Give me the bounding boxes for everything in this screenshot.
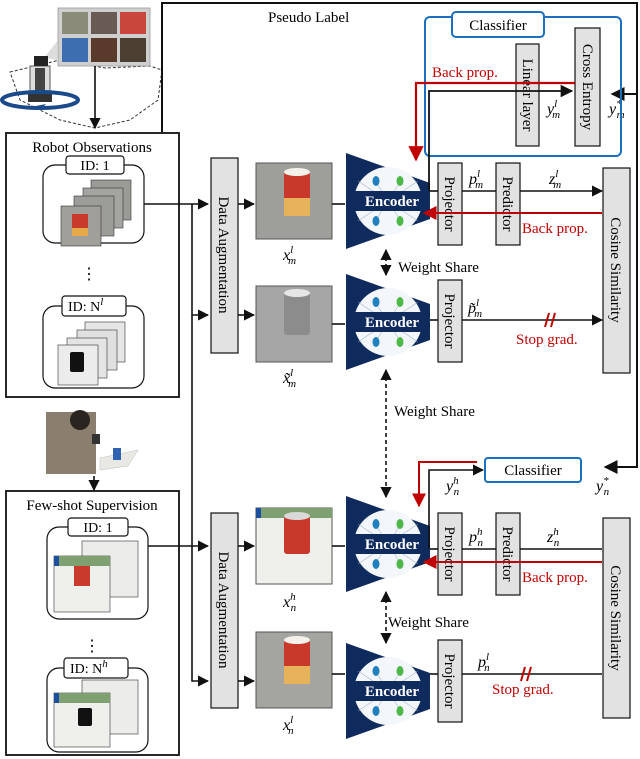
data-augmentation-block-bottom: Data Augmentation [210,512,239,709]
augmented-image-x-m-l-tilde [255,285,333,363]
predictor-block-1: Predictor [495,162,521,246]
svg-text:Encoder: Encoder [365,315,420,331]
linear-layer-block: Linear layer [515,43,540,147]
projector-block-3: Projector [437,512,463,596]
few-shot-supervision-panel: Few-shot Supervision ID: 1 ⋮ ID: Nh [5,490,180,756]
variable-y-n-h: yh n [444,475,460,498]
svg-text:Predictor: Predictor [499,527,515,582]
classifier-bottom: Classifier [484,457,582,483]
svg-text:Predictor: Predictor [499,177,515,232]
classifier-backprop-label: Back prop. [432,65,498,81]
ellipsis: ⋮ [84,638,100,655]
svg-text:Cosine Similarity: Cosine Similarity [607,565,623,671]
variable-p-m-l-tilde: p̃l m [467,297,482,320]
robot-scene-illustration [0,7,163,129]
observation-thumbnails [44,7,151,67]
svg-text:Projector: Projector [441,527,457,582]
encoder-2: Encoder [345,273,431,371]
variable-y-m-l: yl m [545,98,560,121]
id-label-first: ID: 1 [83,521,112,536]
variable-p-m-l: pl m [468,168,483,191]
stop-grad-label-n: Stop grad. [492,682,554,698]
augmented-image-x-n-l [255,631,333,709]
svg-text:Data Augmentation: Data Augmentation [215,196,231,314]
augmented-image-x-m-l [255,162,333,240]
stop-grad-label-m: Stop grad. [516,332,578,348]
augmented-image-x-n-h [255,507,333,585]
svg-text:Encoder: Encoder [365,537,420,553]
data-augmentation-block-top: Data Augmentation [210,157,239,354]
variable-z-m-l: zl m [548,168,561,191]
svg-text:Classifier: Classifier [504,463,562,479]
variable-p-n-l: pl n [477,651,490,674]
classifier-title: Classifier [469,18,527,34]
variable-y-n-star: y* n [594,475,610,498]
few-shot-title: Few-shot Supervision [26,498,158,514]
observations-to-lower-aug-arrow [191,315,210,687]
pseudo-label-line-top [161,2,638,132]
svg-text:Projector: Projector [441,294,457,349]
weight-share-label-2: Weight Share [394,404,475,420]
observations-to-aug-arrow-2 [191,204,210,321]
backprop-label-n: Back prop. [522,570,588,586]
predictor-block-2: Predictor [495,512,521,596]
svg-text:Encoder: Encoder [365,684,420,700]
svg-text:Projector: Projector [441,654,457,709]
framework-diagram: Pseudo Label Robot Observations ID: 1 ⋮ … [0,2,638,756]
projector-block-2: Projector [437,279,463,363]
ellipsis: ⋮ [81,266,97,283]
svg-text:Projector: Projector [441,177,457,232]
svg-text:Linear layer: Linear layer [519,59,535,132]
svg-text:Cross Entropy: Cross Entropy [579,44,595,131]
robot-icon [28,56,52,102]
variable-x-m-l: xl m [282,244,296,267]
svg-text:Data Augmentation: Data Augmentation [215,551,231,669]
svg-text:Cosine Similarity: Cosine Similarity [607,217,623,323]
projector-block-4: Projector [437,639,463,723]
backprop-label-m: Back prop. [522,221,588,237]
variable-z-n-h: zh n [546,526,560,549]
robot-observations-panel: Robot Observations ID: 1 ⋮ ID: Nl [5,132,180,398]
variable-p-n-h: ph n [468,526,484,549]
pseudo-label-text: Pseudo Label [268,10,349,26]
cosine-similarity-block-top: Cosine Similarity [602,167,631,374]
variable-x-n-l: xl n [282,714,294,737]
encoder-4: Encoder [345,642,431,740]
robot-observations-title: Robot Observations [32,140,152,156]
encoder-3: Encoder [345,495,431,593]
variable-x-m-l-tilde: x̃l m [282,367,296,390]
projector-block-1: Projector [437,162,463,246]
weight-share-label-3: Weight Share [388,615,469,631]
svg-text:Encoder: Encoder [365,194,420,210]
weight-share-label-1: Weight Share [398,260,479,276]
encoder-1: Encoder [345,152,431,250]
cosine-similarity-block-bottom: Cosine Similarity [602,517,631,719]
classifier-backprop-arrow [408,81,575,162]
variable-x-n-h: xh n [282,591,297,614]
cross-entropy-block: Cross Entropy [574,27,601,147]
id-label-first: ID: 1 [80,159,109,174]
human-photographing-illustration [46,410,139,474]
